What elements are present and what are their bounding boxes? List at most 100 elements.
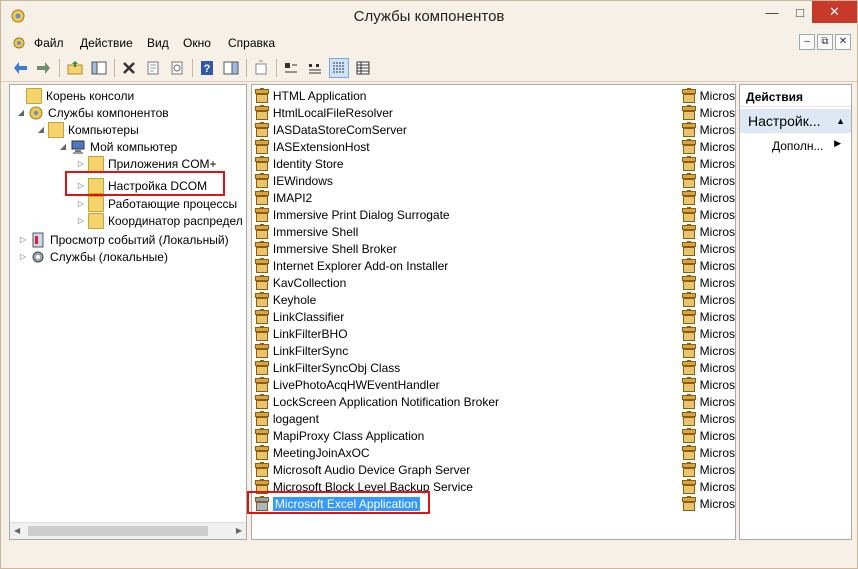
action-pane-icon: [223, 61, 239, 75]
menu-file[interactable]: Файл: [34, 36, 64, 50]
tree-item-services-local[interactable]: ▷ Службы (локальные): [18, 248, 168, 265]
tree-expander[interactable]: ▷: [76, 159, 86, 168]
mdi-minimize-button[interactable]: –: [799, 34, 815, 50]
list-view-button[interactable]: [329, 58, 349, 78]
tree-expander[interactable]: ▷: [76, 216, 86, 225]
list-item[interactable]: LinkFilterBHO Micros: [252, 325, 735, 342]
tree-expander[interactable]: ▷: [76, 181, 86, 190]
details-view-button[interactable]: [353, 58, 373, 78]
list-item[interactable]: HTML Application Micros: [252, 87, 735, 104]
list-item[interactable]: IMAPI2 Micros: [252, 189, 735, 206]
properties-button[interactable]: [143, 58, 163, 78]
tree-expander[interactable]: ◢: [58, 142, 68, 151]
list-item[interactable]: MeetingJoinAxOC Micros: [252, 444, 735, 461]
tree-item-dcom-config[interactable]: ▷ Настройка DCOM: [76, 177, 207, 194]
list-item[interactable]: Immersive Shell Micros: [252, 223, 735, 240]
tree-expander[interactable]: ▷: [18, 235, 28, 244]
action-pane-button[interactable]: [221, 58, 241, 78]
console-icon[interactable]: [11, 35, 27, 51]
list-item[interactable]: LinkFilterSyncObj Class Micros: [252, 359, 735, 376]
list-item[interactable]: LockScreen Application Notification Brok…: [252, 393, 735, 410]
list-item-name: LinkClassifier: [272, 309, 345, 324]
arrow-right-icon: [37, 62, 50, 74]
tree-item-running-processes[interactable]: ▷ Работающие процессы: [76, 195, 237, 212]
list-item[interactable]: Keyhole Micros: [252, 291, 735, 308]
list-pane[interactable]: HTML Application Micros HtmlLocalFileResol…: [251, 84, 736, 540]
refresh-button[interactable]: [167, 58, 187, 78]
mdi-restore-button[interactable]: ⧉: [817, 34, 833, 50]
list-item-name-cell: HtmlLocalFileResolver: [273, 106, 675, 120]
list-item[interactable]: MapiProxy Class Application Micros: [252, 427, 735, 444]
actions-more-item[interactable]: Дополн...: [772, 139, 823, 153]
tree-expander[interactable]: ▷: [76, 199, 86, 208]
list-item[interactable]: Identity Store Micros: [252, 155, 735, 172]
new-window-button[interactable]: [251, 58, 271, 78]
small-icons-icon: [309, 64, 321, 74]
title-bar[interactable]: Службы компонентов — □ ✕: [1, 1, 857, 32]
tree-item-component-services[interactable]: ◢ Службы компонентов: [16, 104, 169, 121]
component-box-icon: [254, 359, 270, 376]
list-item-name-cell: LinkFilterBHO: [273, 327, 675, 341]
tree-horizontal-scrollbar[interactable]: ◀ ▶: [10, 522, 246, 539]
list-item[interactable]: Microsoft Excel Application Micros: [252, 495, 735, 512]
list-item[interactable]: Immersive Print Dialog Surrogate Micros: [252, 206, 735, 223]
up-folder-button[interactable]: [65, 58, 85, 78]
tree-expander[interactable]: ◢: [16, 108, 26, 117]
list-item[interactable]: IEWindows Micros: [252, 172, 735, 189]
list-item[interactable]: IASExtensionHost Micros: [252, 138, 735, 155]
tree-item-com-plus-apps[interactable]: ▷ Приложения COM+: [76, 155, 217, 172]
list-item[interactable]: Microsoft Block Level Backup Service Micr…: [252, 478, 735, 495]
maximize-button[interactable]: □: [786, 1, 814, 23]
forward-button[interactable]: [33, 58, 53, 78]
collapse-up-icon[interactable]: ▲: [836, 116, 845, 126]
small-icons-view-button[interactable]: [305, 58, 325, 78]
list-item[interactable]: logagent Micros: [252, 410, 735, 427]
minimize-button[interactable]: —: [758, 1, 786, 23]
tree-pane[interactable]: Корень консоли ◢ Службы компонентов ◢ Ко…: [9, 84, 247, 540]
list-item[interactable]: HtmlLocalFileResolver Micros: [252, 104, 735, 121]
tree-item-console-root[interactable]: Корень консоли: [14, 87, 134, 104]
tree-item-event-viewer[interactable]: ▷ Просмотр событий (Локальный): [18, 231, 229, 248]
list-item-vendor: Micros: [699, 309, 735, 324]
list-item[interactable]: LinkClassifier Micros: [252, 308, 735, 325]
delete-button[interactable]: [119, 58, 139, 78]
tree-expander[interactable]: ▷: [18, 252, 28, 261]
list-item[interactable]: LivePhotoAcqHWEventHandler Micros: [252, 376, 735, 393]
vendor-box-icon: [681, 444, 697, 461]
scroll-left-icon[interactable]: ◀: [14, 526, 20, 535]
submenu-arrow-icon[interactable]: ▶: [834, 138, 841, 149]
list-item-vendor: Micros: [699, 207, 735, 222]
large-icons-view-button[interactable]: [281, 58, 301, 78]
list-item[interactable]: LinkFilterSync Micros: [252, 342, 735, 359]
tree-item-my-computer[interactable]: ◢ Мой компьютер: [58, 138, 177, 155]
tree-expander[interactable]: ◢: [36, 125, 46, 134]
tree-item-dtc[interactable]: ▷ Координатор распредел: [76, 212, 243, 229]
gear-icon: [32, 251, 44, 262]
help-button[interactable]: ?: [197, 58, 217, 78]
actions-section-header[interactable]: Настройк... ▲: [740, 109, 851, 133]
list-item-name-cell: Immersive Print Dialog Surrogate: [273, 208, 675, 222]
mdi-close-button[interactable]: ✕: [835, 34, 851, 50]
list-item-vendor: Micros: [699, 428, 735, 443]
menu-view[interactable]: Вид: [147, 36, 169, 50]
list-item[interactable]: KavCollection Micros: [252, 274, 735, 291]
back-button[interactable]: [11, 58, 31, 78]
menu-help[interactable]: Справка: [228, 36, 275, 50]
list-item[interactable]: Internet Explorer Add-on Installer Micros: [252, 257, 735, 274]
list-item[interactable]: IASDataStoreComServer Micros: [252, 121, 735, 138]
tree-item-computers[interactable]: ◢ Компьютеры: [36, 121, 139, 138]
list-item-name: Microsoft Block Level Backup Service: [272, 479, 473, 494]
scroll-thumb[interactable]: [28, 526, 208, 536]
up-folder-icon: [67, 61, 83, 75]
menu-window[interactable]: Окно: [183, 36, 211, 50]
list-item[interactable]: Immersive Shell Broker Micros: [252, 240, 735, 257]
scroll-right-icon[interactable]: ▶: [236, 526, 242, 535]
tree-item-label: Настройка DCOM: [108, 178, 208, 193]
computer-icon: [71, 140, 85, 154]
tree-item-label: Работающие процессы: [108, 196, 238, 211]
menu-action[interactable]: Действие: [80, 36, 133, 50]
show-hide-tree-button[interactable]: [89, 58, 109, 78]
list-item[interactable]: Microsoft Audio Device Graph Server Micro…: [252, 461, 735, 478]
list-item-vendor: Micros: [699, 292, 735, 307]
close-button[interactable]: ✕: [812, 1, 857, 23]
